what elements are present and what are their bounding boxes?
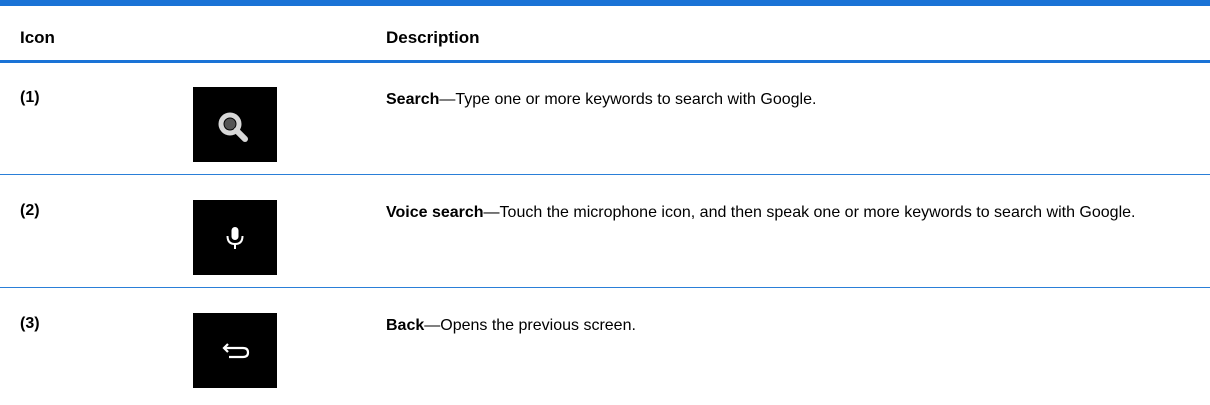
row-description: Search—Type one or more keywords to sear… <box>386 89 1186 111</box>
row-number: (3) <box>20 315 40 332</box>
microphone-icon <box>193 200 277 275</box>
back-arrow-icon <box>193 313 277 388</box>
row-divider <box>0 287 1210 288</box>
row-term: Back <box>386 317 425 334</box>
row-text: —Touch the microphone icon, and then spe… <box>483 204 1136 221</box>
row-text: —Type one or more keywords to search wit… <box>439 91 817 108</box>
row-description: Voice search—Touch the microphone icon, … <box>386 202 1186 224</box>
row-text: —Opens the previous screen. <box>424 317 636 334</box>
row-divider <box>0 174 1210 175</box>
row-number: (1) <box>20 89 40 106</box>
header-description: Description <box>386 28 480 47</box>
row-number: (2) <box>20 202 40 219</box>
table-row: (3) Back—Opens the previous screen. <box>0 289 1210 401</box>
row-description: Back—Opens the previous screen. <box>386 315 1186 337</box>
row-term: Voice search <box>386 204 484 221</box>
header-icon: Icon <box>20 28 55 47</box>
search-icon <box>193 87 277 162</box>
row-term: Search <box>386 91 440 108</box>
table-row: (2) Voice search—Touch the microphone ic… <box>0 176 1210 288</box>
table-header: Icon Description <box>0 6 1210 62</box>
table-row: (1) Search—Type one or more keywords to … <box>0 63 1210 175</box>
